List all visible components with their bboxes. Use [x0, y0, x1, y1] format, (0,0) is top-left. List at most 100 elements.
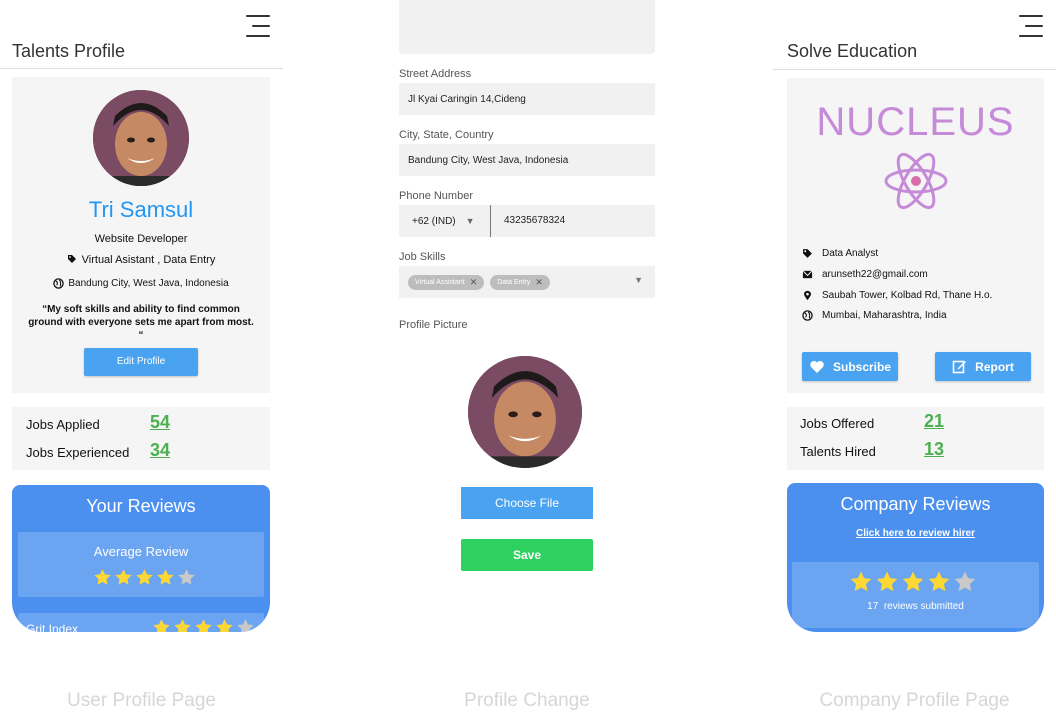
- company-reviews-title: Company Reviews: [840, 494, 991, 514]
- reviews-title: Your Reviews: [86, 496, 196, 516]
- star-empty-icon: [954, 571, 976, 592]
- talents-hired-label: Talents Hired: [800, 444, 876, 459]
- heart-icon: [810, 360, 824, 373]
- page-title: Talents Profile: [12, 41, 126, 61]
- profile-skills: Virtual Asistant , Data Entry: [81, 254, 216, 266]
- save-button[interactable]: Save: [461, 539, 593, 571]
- grit-index-stars: [152, 618, 255, 632]
- profile-location-row: Bandung City, West Java, Indonesia: [12, 278, 270, 289]
- star-filled-icon: [157, 569, 174, 585]
- review-hirer-link[interactable]: Click here to review hirer: [787, 528, 1044, 539]
- info-row-job: Data Analyst: [802, 248, 878, 259]
- star-filled-icon: [216, 619, 233, 632]
- profile-name: Tri Samsul: [88, 197, 194, 222]
- atom-logo-icon: [884, 152, 948, 210]
- star-filled-icon: [153, 619, 170, 632]
- phone-code-value: +62 (IND): [412, 215, 456, 227]
- caption-user-profile: User Profile Page: [67, 690, 216, 711]
- company-stats-card: Jobs Offered 21 Talents Hired 13: [787, 407, 1044, 470]
- profile-role: Website Developer: [94, 233, 188, 245]
- report-button[interactable]: Report: [935, 352, 1031, 381]
- average-review-label: Average Review: [93, 544, 189, 559]
- star-filled-icon: [928, 571, 950, 592]
- grit-index-box: Grit Index: [18, 613, 264, 632]
- info-job-text: Data Analyst: [822, 248, 879, 259]
- subscribe-label: Subscribe: [832, 359, 892, 374]
- company-rating-box: 17 reviews submitted: [792, 562, 1039, 628]
- jobs-offered-value[interactable]: 21: [924, 411, 944, 432]
- street-input[interactable]: Jl Kyai Caringin 14,Cideng: [399, 83, 655, 115]
- page-title: Solve Education: [787, 41, 918, 61]
- profile-card: Tri Samsul Website Developer Virtual Asi…: [12, 77, 270, 393]
- star-filled-icon: [115, 569, 132, 585]
- stats-card: Jobs Applied 54 Jobs Experienced 34: [12, 407, 270, 470]
- remove-chip-icon[interactable]: ✕: [535, 277, 543, 288]
- edit-icon: [952, 360, 967, 374]
- tag-icon: [67, 255, 76, 263]
- star-empty-icon: [178, 569, 195, 585]
- info-row-address: Saubah Tower, Kolbad Rd, Thane H.o.: [802, 290, 992, 301]
- report-label: Report: [975, 359, 1014, 374]
- grit-index-label: Grit Index: [26, 622, 79, 632]
- phone-label: Phone Number: [399, 190, 473, 202]
- choose-file-button[interactable]: Choose File: [461, 487, 593, 519]
- info-row-email: arunseth22@gmail.com: [802, 269, 928, 280]
- tag-icon: [803, 249, 812, 258]
- top-card: [399, 0, 655, 54]
- chevron-down-icon[interactable]: ▼: [634, 275, 643, 285]
- skills-label: Job Skills: [399, 251, 446, 263]
- user-profile-screen: Talents Profile Tri Samsul Website Devel…: [0, 0, 283, 713]
- star-filled-icon: [136, 569, 153, 585]
- jobs-experienced-value[interactable]: 34: [150, 440, 170, 461]
- profile-change-screen: Street Address Jl Kyai Caringin 14,Ciden…: [399, 0, 655, 713]
- average-review-box: Average Review: [18, 532, 264, 597]
- globe-icon: [53, 278, 65, 289]
- jobs-offered-label: Jobs Offered: [800, 416, 875, 431]
- globe-icon: [802, 310, 813, 321]
- chevron-down-icon: ▼: [465, 216, 475, 226]
- info-email-text[interactable]: arunseth22@gmail.com: [822, 269, 928, 280]
- subscribe-button[interactable]: Subscribe: [802, 352, 898, 381]
- reviews-card: Your Reviews Average Review Grit Index: [12, 485, 270, 632]
- company-reviews-card: Company Reviews Click here to review hir…: [787, 483, 1044, 632]
- caption-profile-change: Profile Change: [464, 690, 590, 711]
- skill-chip: Virtual Assistant ✕: [408, 274, 485, 290]
- profile-picture-preview: [468, 356, 582, 468]
- picture-label: Profile Picture: [399, 319, 468, 331]
- remove-chip-icon[interactable]: ✕: [470, 277, 478, 288]
- edit-profile-button[interactable]: Edit Profile: [84, 348, 198, 376]
- star-empty-icon: [237, 619, 254, 632]
- jobs-experienced-label: Jobs Experienced: [26, 445, 130, 460]
- menu-icon[interactable]: [1017, 15, 1043, 37]
- star-filled-icon: [94, 569, 111, 585]
- header-divider: [773, 69, 1056, 70]
- info-address-text: Saubah Tower, Kolbad Rd, Thane H.o.: [822, 290, 993, 301]
- skill-chip: Data Entry ✕: [490, 274, 550, 290]
- city-label: City, State, Country: [399, 129, 494, 141]
- city-input[interactable]: Bandung City, West Java, Indonesia: [399, 144, 655, 176]
- info-row-location: Mumbai, Maharashtra, India: [802, 310, 947, 321]
- skills-select[interactable]: Virtual Assistant ✕ Data Entry ✕ ▼: [399, 266, 655, 298]
- star-filled-icon: [902, 571, 924, 592]
- street-label: Street Address: [399, 68, 472, 80]
- phone-field: +62 (IND) ▼ 43235678324: [399, 205, 655, 237]
- menu-icon[interactable]: [244, 15, 270, 37]
- talents-hired-value[interactable]: 13: [924, 439, 944, 460]
- phone-code-select[interactable]: +62 (IND) ▼: [399, 205, 491, 237]
- star-filled-icon: [195, 619, 212, 632]
- company-logo-text: NUCLEUS: [816, 100, 1015, 144]
- reviews-count: 17: [867, 601, 879, 612]
- profile-skills-row: Virtual Asistant , Data Entry: [12, 254, 270, 266]
- reviews-count-row: 17 reviews submitted: [792, 601, 1039, 612]
- header-divider: [0, 68, 283, 69]
- mail-icon: [802, 270, 813, 279]
- jobs-applied-label: Jobs Applied: [26, 417, 100, 432]
- jobs-applied-value[interactable]: 54: [150, 412, 170, 433]
- profile-quote: “My soft skills and ability to find comm…: [28, 304, 254, 341]
- reviews-count-suffix: reviews submitted: [883, 601, 964, 612]
- star-filled-icon: [876, 571, 898, 592]
- profile-location: Bandung City, West Java, Indonesia: [68, 278, 229, 289]
- avatar: [93, 90, 189, 186]
- caption-company-profile: Company Profile Page: [819, 690, 1010, 711]
- phone-input[interactable]: 43235678324: [504, 205, 565, 237]
